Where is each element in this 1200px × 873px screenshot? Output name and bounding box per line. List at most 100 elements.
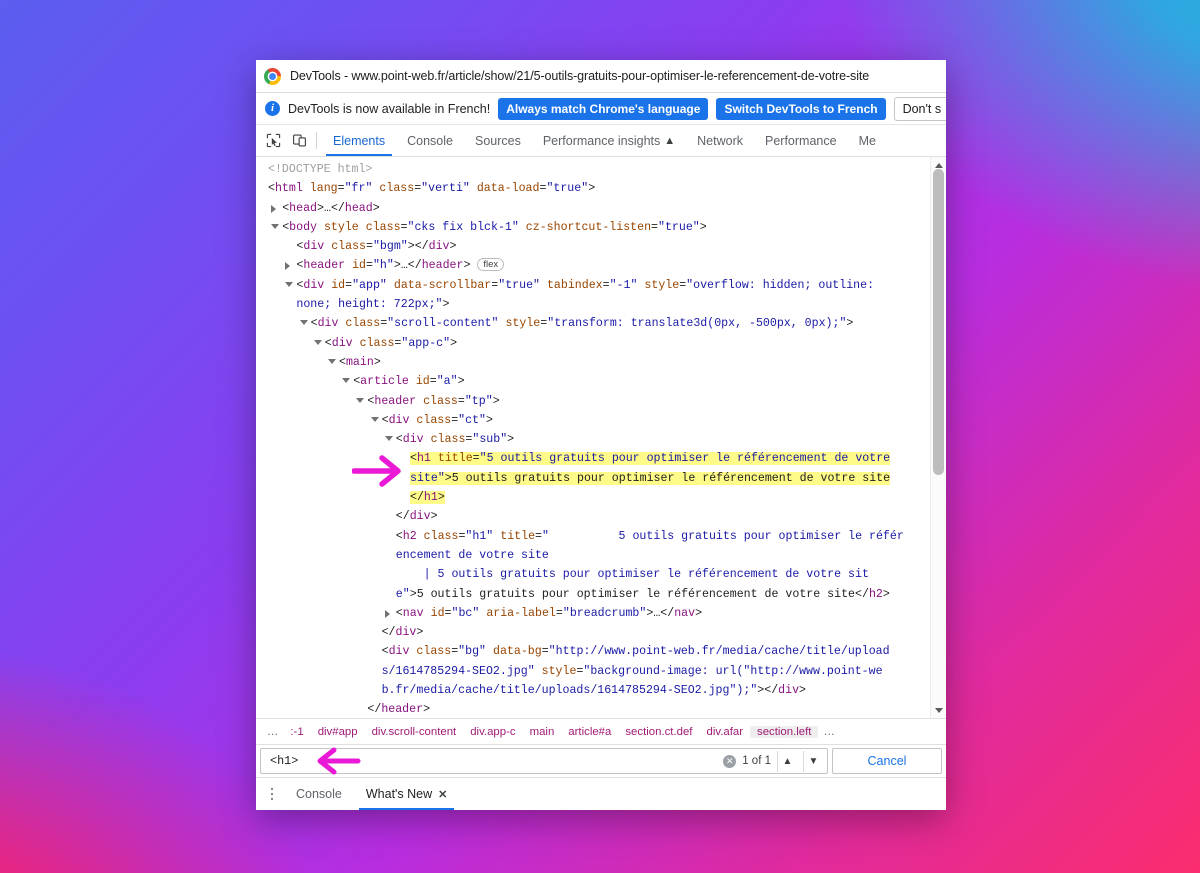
search-input[interactable] xyxy=(268,753,718,769)
tab-console[interactable]: Console xyxy=(396,125,464,156)
collapse-triangle-icon[interactable] xyxy=(342,378,351,384)
collapse-triangle-icon[interactable] xyxy=(285,281,294,287)
tab-memory[interactable]: Me xyxy=(848,125,887,156)
dom-tree-line[interactable]: <h2 class="h1" title=" 5 outils gratuits… xyxy=(268,527,928,546)
drawer-tab-label: Console xyxy=(296,787,342,801)
dom-tree-line[interactable]: <html lang="fr" class="verti" data-load=… xyxy=(268,179,928,198)
expand-triangle-icon[interactable] xyxy=(285,262,291,271)
dom-tree-line[interactable]: <div class="scroll-content" style="trans… xyxy=(268,314,928,333)
expand-triangle-icon[interactable] xyxy=(271,204,277,213)
dom-tree-line[interactable]: <!DOCTYPE html> xyxy=(268,160,928,179)
panel-tabstrip: Elements Console Sources Performance ins… xyxy=(256,125,946,157)
dom-tree-line-content: <!DOCTYPE html> xyxy=(268,163,373,176)
tab-performance[interactable]: Performance xyxy=(754,125,848,156)
dom-tree-line[interactable]: site">5 outils gratuits pour optimiser l… xyxy=(268,469,928,488)
device-toolbar-icon[interactable] xyxy=(286,125,312,156)
dont-show-button[interactable]: Don't s xyxy=(893,96,946,121)
dom-tree-line[interactable]: <div id="app" data-scrollbar="true" tabi… xyxy=(268,276,928,295)
collapse-triangle-icon[interactable] xyxy=(299,320,308,326)
breadcrumb-item[interactable]: article#a xyxy=(561,726,618,738)
more-options-icon[interactable] xyxy=(260,778,284,810)
search-next-icon[interactable]: ▼ xyxy=(803,750,823,772)
dom-tree-line[interactable]: <nav id="bc" aria-label="breadcrumb">…</… xyxy=(268,604,928,623)
dom-tree-line[interactable]: <div class="bgm"></div> xyxy=(268,237,928,256)
dom-tree-panel[interactable]: <!DOCTYPE html> <html lang="fr" class="ve… xyxy=(256,157,946,719)
collapse-triangle-icon[interactable] xyxy=(370,416,379,422)
dom-tree-line[interactable]: s/1614785294-SEO2.jpg" style="background… xyxy=(268,662,928,681)
dom-tree-line[interactable]: </h1> xyxy=(268,488,928,507)
search-bar: ✕ 1 of 1 ▲ ▼ Cancel xyxy=(256,745,946,778)
dom-tree-line[interactable]: <div class="sub"> xyxy=(268,430,928,449)
collapse-triangle-icon[interactable] xyxy=(356,397,365,403)
dom-tree-line[interactable]: <div class="app-c"> xyxy=(268,334,928,353)
dom-tree-line[interactable]: <header class="tp"> xyxy=(268,392,928,411)
search-prev-icon[interactable]: ▲ xyxy=(777,750,797,772)
dom-tree-scrollbar[interactable] xyxy=(930,157,946,718)
dom-tree-line-content: | 5 outils gratuits pour optimiser le ré… xyxy=(395,568,869,582)
collapse-triangle-icon[interactable] xyxy=(328,358,336,364)
expand-triangle-icon[interactable] xyxy=(384,609,390,618)
dom-tree-line-content: <h2 class="h1" title=" 5 outils gratuits… xyxy=(395,529,904,543)
tab-elements[interactable]: Elements xyxy=(322,125,396,156)
breadcrumb-item[interactable]: section.left xyxy=(750,725,819,738)
dom-tree-line[interactable]: </div> xyxy=(268,507,928,526)
dom-tree-line[interactable]: none; height: 722px;"> xyxy=(268,295,928,314)
tab-network[interactable]: Network xyxy=(686,125,754,156)
dom-tree-line[interactable]: <article id="a"> xyxy=(268,372,928,391)
dom-tree-line-content: <div class="bgm"></div> xyxy=(296,240,457,254)
dom-tree-line[interactable]: e">5 outils gratuits pour optimiser le r… xyxy=(268,585,928,604)
experimental-warning-icon: ▲ xyxy=(664,134,676,147)
breadcrumb-item[interactable]: :-1 xyxy=(283,726,310,738)
dom-tree-line[interactable]: <head>…</head> xyxy=(268,199,928,218)
breadcrumb-item[interactable]: section.ct.def xyxy=(618,726,699,738)
breadcrumb-item[interactable]: div.app-c xyxy=(463,726,522,738)
breadcrumb-item[interactable]: div.scroll-content xyxy=(365,726,464,738)
collapse-triangle-icon[interactable] xyxy=(271,223,280,229)
clear-search-icon[interactable]: ✕ xyxy=(723,754,737,768)
dom-tree-line[interactable]: </header> xyxy=(268,700,928,718)
dom-tree-line-content: e">5 outils gratuits pour optimiser le r… xyxy=(395,587,890,601)
dom-tree-line[interactable]: <h1 title="5 outils gratuits pour optimi… xyxy=(268,449,928,468)
breadcrumb-item[interactable]: div#app xyxy=(311,726,365,738)
dom-tree-line[interactable]: <main> xyxy=(268,353,928,372)
close-icon[interactable]: ✕ xyxy=(438,788,447,801)
collapse-triangle-icon[interactable] xyxy=(384,436,393,442)
always-match-language-button[interactable]: Always match Chrome's language xyxy=(498,97,709,120)
search-field-wrapper[interactable]: ✕ 1 of 1 ▲ ▼ xyxy=(260,748,828,774)
dom-tree-line[interactable]: <body style class="cks fix blck-1" cz-sh… xyxy=(268,218,928,237)
dom-tree-line-content: <body style class="cks fix blck-1" cz-sh… xyxy=(282,220,707,234)
dom-tree-line-content: site">5 outils gratuits pour optimiser l… xyxy=(410,471,891,485)
tab-performance-insights[interactable]: Performance insights ▲ xyxy=(532,125,686,156)
dom-tree-line-content: <div class="app-c"> xyxy=(324,336,458,350)
dom-tree-line-content: </div> xyxy=(395,510,438,524)
dom-tree-line[interactable]: </div> xyxy=(268,623,928,642)
dom-tree-line-content: encement de votre site xyxy=(395,548,549,562)
inspect-element-icon[interactable] xyxy=(260,125,286,156)
dom-tree-line-content: </header> xyxy=(367,703,431,717)
tab-label: Me xyxy=(858,133,876,148)
breadcrumb-item[interactable]: main xyxy=(523,726,562,738)
dom-tree-line[interactable]: <div class="bg" data-bg="http://www.poin… xyxy=(268,642,928,661)
switch-devtools-to-french-button[interactable]: Switch DevTools to French xyxy=(716,97,886,120)
breadcrumb-item[interactable]: div.afar xyxy=(699,726,750,738)
cancel-button[interactable]: Cancel xyxy=(832,748,942,774)
scroll-down-arrow-icon[interactable] xyxy=(931,702,946,718)
info-icon: i xyxy=(265,101,280,116)
drawer-tab-whats-new[interactable]: What's New ✕ xyxy=(354,778,460,810)
dom-tree-line-content: <div class="sub"> xyxy=(395,433,515,447)
dom-tree-code[interactable]: <!DOCTYPE html> <html lang="fr" class="ve… xyxy=(256,160,928,718)
scrollbar-thumb[interactable] xyxy=(933,169,944,475)
breadcrumb[interactable]: …:-1 div#app div.scroll-content div.app-c ma… xyxy=(256,719,946,745)
dom-tree-line[interactable]: | 5 outils gratuits pour optimiser le ré… xyxy=(268,565,928,584)
tab-sources[interactable]: Sources xyxy=(464,125,532,156)
toolbar-separator xyxy=(316,132,317,149)
dom-tree-line[interactable]: <header id="h">…</header> flex xyxy=(268,256,928,275)
dom-tree-line[interactable]: encement de votre site xyxy=(268,546,928,565)
tab-label: Sources xyxy=(474,133,521,148)
breadcrumb-item[interactable]: … xyxy=(818,726,839,738)
dom-tree-line[interactable]: b.fr/media/cache/title/uploads/161478529… xyxy=(268,681,928,700)
dom-tree-line[interactable]: <div class="ct"> xyxy=(268,411,928,430)
drawer-tab-console[interactable]: Console xyxy=(284,778,354,810)
breadcrumb-item[interactable]: … xyxy=(262,726,283,738)
collapse-triangle-icon[interactable] xyxy=(313,339,322,345)
